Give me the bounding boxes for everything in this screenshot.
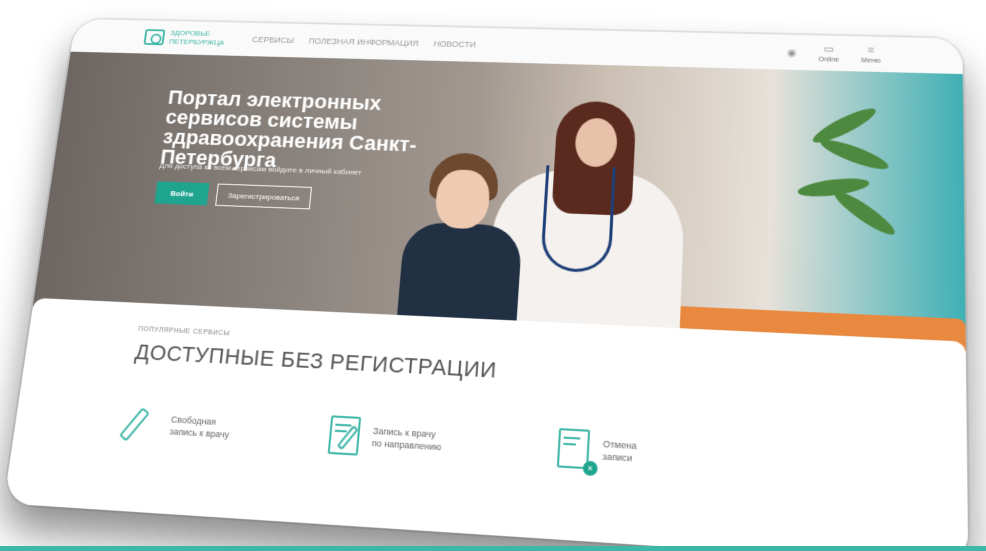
section-caption: ПОПУЛЯРНЫЕ СЕРВИСЫ (137, 325, 231, 338)
online-label: Online (818, 56, 840, 64)
eye-icon: ◉ (786, 47, 797, 59)
section-title: ДОСТУПНЫЕ БЕЗ РЕГИСТРАЦИИ (133, 339, 498, 383)
menu-button[interactable]: ≡ Меню (861, 44, 880, 64)
bottom-accent-line (0, 546, 986, 551)
services-section: ПОПУЛЯРНЫЕ СЕРВИСЫ ДОСТУПНЫЕ БЕЗ РЕГИСТР… (3, 297, 969, 551)
service-label: Отмена записи (602, 438, 637, 464)
service-cancel-appointment[interactable]: × Отмена записи (554, 426, 638, 477)
menu-label: Меню (861, 57, 881, 65)
logo-icon (143, 29, 166, 46)
login-button[interactable]: Войти (154, 181, 210, 206)
service-free-appointment[interactable]: Свободная запись к врачу (119, 402, 232, 450)
online-button[interactable]: ▭ Online (819, 43, 840, 64)
tilted-website-mockup: ЗДОРОВЬЕ ПЕТЕРБУРЖЦА СЕРВИСЫ ПОЛЕЗНАЯ ИН… (3, 18, 969, 551)
document-cancel-icon: × (554, 426, 598, 477)
nav-item-useful-info[interactable]: ПОЛЕЗНАЯ ИНФОРМАЦИЯ (308, 36, 419, 47)
register-button[interactable]: Зарегистрироваться (215, 183, 313, 210)
hamburger-icon: ≡ (867, 44, 875, 56)
screenshot-stage: ЗДОРОВЬЕ ПЕТЕРБУРЖЦА СЕРВИСЫ ПОЛЕЗНАЯ ИН… (0, 0, 986, 551)
plant-illustration (785, 88, 900, 285)
nav-item-news[interactable]: НОВОСТИ (433, 39, 476, 49)
header-actions: ◉ ▭ Online ≡ Меню (787, 42, 881, 65)
site-logo[interactable]: ЗДОРОВЬЕ ПЕТЕРБУРЖЦА (143, 28, 225, 47)
document-pen-icon (324, 413, 364, 458)
logo-line-2: ПЕТЕРБУРЖЦА (168, 37, 225, 47)
service-referral-appointment[interactable]: Запись к врачу по направлению (324, 413, 443, 462)
service-label: Запись к врачу по направлению (371, 425, 442, 453)
boy-face (433, 169, 492, 230)
stethoscope-illustration (539, 165, 616, 274)
service-label: Свободная запись к врачу (169, 414, 230, 440)
nav-item-services[interactable]: СЕРВИСЫ (252, 35, 295, 45)
logo-text: ЗДОРОВЬЕ ПЕТЕРБУРЖЦА (169, 29, 226, 48)
accessibility-toggle[interactable]: ◉ (787, 46, 797, 58)
pen-icon (119, 402, 163, 446)
cancel-x-icon: × (582, 460, 598, 477)
main-nav: СЕРВИСЫ ПОЛЕЗНАЯ ИНФОРМАЦИЯ НОВОСТИ (252, 35, 476, 49)
chat-icon: ▭ (823, 43, 835, 56)
